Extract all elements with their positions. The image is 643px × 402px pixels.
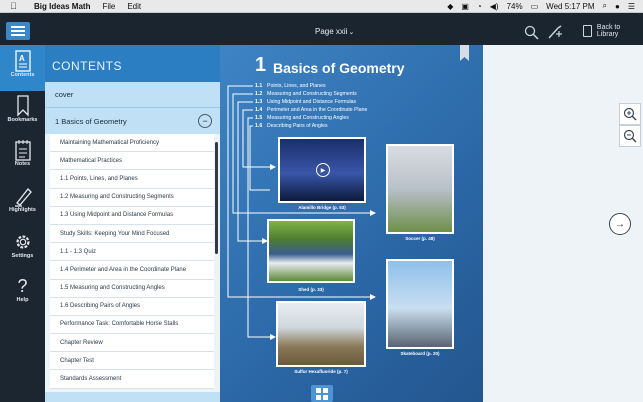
toc-item[interactable]: Performance Task: Comfortable Horse Stal… <box>50 315 214 335</box>
dropbox-icon[interactable]: ◆ <box>447 2 453 11</box>
svg-text:A: A <box>19 54 25 63</box>
rail-contents-label: Contents <box>10 72 35 78</box>
wifi-icon[interactable]: ◔ <box>477 2 482 11</box>
toc-scrollbar[interactable] <box>215 142 218 254</box>
right-margin: → <box>483 45 643 402</box>
hamburger-line <box>11 34 25 36</box>
hamburger-icon <box>11 26 25 28</box>
edit-menu[interactable]: Edit <box>127 2 141 11</box>
rail-highlights-label: Highlights <box>9 207 36 213</box>
rail-bookmarks-label: Bookmarks <box>7 117 38 123</box>
search-icon[interactable] <box>524 25 539 43</box>
rail-notes-label: Notes <box>14 161 31 167</box>
toc-item[interactable]: 1.5 Measuring and Constructing Angles <box>50 279 214 298</box>
rail-settings[interactable]: Settings <box>0 231 45 259</box>
contents-title: CONTENTS <box>52 59 122 73</box>
toc: cover 1 Basics of Geometry − Maintaining… <box>45 82 220 402</box>
sulfur-caption: Sulfur Hexafluoride (p. 7) <box>294 369 348 374</box>
contents-icon: A <box>13 50 33 72</box>
rail-settings-label: Settings <box>11 253 34 259</box>
notes-icon <box>13 139 33 161</box>
shed-caption: Shed (p. 33) <box>298 287 324 292</box>
book-page: 1 Basics of Geometry 1.1 Points, Lines, a… <box>220 45 483 402</box>
grid-cell <box>323 394 328 400</box>
page-label: Page xxii <box>315 27 348 36</box>
rail-help[interactable]: ? Help <box>0 275 45 304</box>
toc-item[interactable]: 1.4 Perimeter and Area in the Coordinate… <box>50 261 214 280</box>
toc-item[interactable]: 1.6 Describing Pairs of Angles <box>50 297 214 316</box>
bridge-video-thumbnail[interactable]: ▶ <box>278 137 366 203</box>
spotlight-search-icon[interactable]: ⌕ <box>603 1 607 11</box>
toc-item[interactable]: Chapter Test <box>50 352 214 371</box>
bridge-caption: Alamillo Bridge (p. 53) <box>298 205 346 210</box>
hamburger-line <box>11 30 25 32</box>
toc-chapter-1-label: 1 Basics of Geometry <box>55 116 127 126</box>
sulfur-photo[interactable] <box>276 301 366 367</box>
soccer-photo[interactable] <box>386 144 454 234</box>
toc-item[interactable]: 1.2 Measuring and Constructing Segments <box>50 188 214 207</box>
volume-icon[interactable]: ◀) <box>490 2 499 11</box>
zoom-out-button[interactable] <box>619 125 641 147</box>
menu-bar:  Big Ideas Math File Edit ◆ ▣ ◔ ◀) 74% … <box>0 0 643 13</box>
toc-item[interactable]: Mathematical Practices <box>50 152 214 171</box>
rail-highlights[interactable]: Highlights <box>0 185 45 213</box>
left-rail: A Contents Bookmarks Notes Highlights Se… <box>0 45 45 402</box>
file-menu[interactable]: File <box>102 2 115 11</box>
zoom-in-icon <box>623 107 637 121</box>
back-to-library-label: Back to Library <box>596 24 621 38</box>
toc-section-list: Maintaining Mathematical Proficiency Mat… <box>50 134 214 389</box>
grid-cell <box>316 394 321 400</box>
next-page-button[interactable]: → <box>609 213 631 235</box>
gear-icon <box>13 231 33 253</box>
contents-panel: CONTENTS cover 1 Basics of Geometry − Ma… <box>45 45 220 402</box>
app-toolbar: Page xxii⌄ Back to Library <box>0 13 643 45</box>
battery-icon[interactable]: ▭ <box>531 2 539 11</box>
rail-bookmarks[interactable]: Bookmarks <box>0 95 45 123</box>
grid-cell <box>323 387 328 393</box>
toc-chapter-1[interactable]: 1 Basics of Geometry − <box>45 108 220 134</box>
play-icon[interactable]: ▶ <box>316 163 330 177</box>
user-avatar-icon[interactable]: ● <box>615 2 620 11</box>
page-selector[interactable]: Page xxii⌄ <box>315 27 354 36</box>
notification-center-icon[interactable]: ☰ <box>628 2 635 11</box>
highlighter-icon <box>13 185 33 207</box>
rail-contents[interactable]: A Contents <box>0 45 45 91</box>
toc-item[interactable]: 1.1 Points, Lines, and Planes <box>50 170 214 189</box>
toc-item[interactable]: 1.1 - 1.3 Quiz <box>50 243 214 262</box>
chevron-down-icon: ⌄ <box>348 29 355 36</box>
soccer-caption: Soccer (p. 48) <box>405 236 435 241</box>
bookmark-icon <box>13 95 33 117</box>
rail-help-label: Help <box>16 297 29 303</box>
toc-item[interactable]: Standards Assessment <box>50 370 214 389</box>
toc-item[interactable]: Study Skills: Keeping Your Mind Focused <box>50 224 214 244</box>
grid-icon <box>316 387 321 393</box>
clock[interactable]: Wed 5:17 PM <box>546 2 594 11</box>
toc-next-chapter[interactable] <box>45 392 220 402</box>
status-area: ◆ ▣ ◔ ◀) 74% ▭ Wed 5:17 PM ⌕ ● ☰ <box>447 1 635 11</box>
back-to-library-button[interactable]: Back to Library <box>583 24 643 38</box>
library-book-icon <box>583 25 592 37</box>
arrow-right-icon: → <box>615 218 625 230</box>
page-grid-button[interactable] <box>311 385 333 402</box>
rail-notes[interactable]: Notes <box>0 139 45 167</box>
app-status-icon[interactable]: ▣ <box>461 2 469 11</box>
draw-tools-icon[interactable] <box>547 25 563 43</box>
toc-item[interactable]: Chapter Review <box>50 334 214 353</box>
zoom-out-icon <box>623 129 637 143</box>
collapse-icon[interactable]: − <box>198 114 212 128</box>
menu-toggle-button[interactable] <box>6 22 30 40</box>
toc-item[interactable]: 1.3 Using Midpoint and Distance Formulas <box>50 206 214 225</box>
help-icon: ? <box>17 275 28 296</box>
skateboard-photo[interactable] <box>386 259 454 349</box>
zoom-in-button[interactable] <box>619 103 641 125</box>
toc-cover[interactable]: cover <box>45 82 220 108</box>
toc-item[interactable]: Maintaining Mathematical Proficiency <box>50 134 214 153</box>
skateboard-caption: Skateboard (p. 20) <box>400 351 440 356</box>
app-name-menu[interactable]: Big Ideas Math <box>34 2 90 11</box>
battery-percent: 74% <box>506 1 523 11</box>
apple-menu-icon[interactable]:  <box>10 1 22 11</box>
shed-photo[interactable] <box>267 219 355 283</box>
